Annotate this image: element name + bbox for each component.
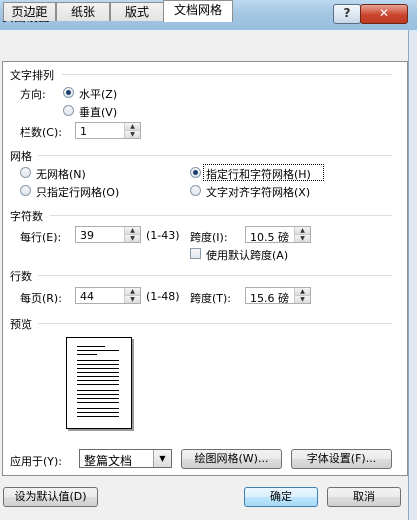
line-grid-only-radio[interactable]	[20, 185, 31, 196]
line-and-char-grid-label[interactable]: 指定行和字符网格(H)	[206, 166, 311, 182]
vertical-label[interactable]: 垂直(V)	[79, 104, 117, 120]
tab-document-grid[interactable]: 文档网格	[163, 0, 233, 22]
divider	[38, 323, 392, 324]
divider	[50, 215, 392, 216]
vertical-radio[interactable]	[63, 105, 74, 116]
preview-line	[77, 408, 119, 409]
cancel-button[interactable]: 取消	[327, 487, 401, 507]
spin-up-icon[interactable]: ▲	[295, 288, 310, 296]
preview-line	[77, 360, 119, 361]
chars-per-line-label: 每行(E):	[20, 231, 62, 244]
tab-paper[interactable]: 纸张	[56, 2, 110, 21]
char-pitch-label: 跨度(I):	[190, 231, 228, 244]
divider	[38, 155, 392, 156]
spin-up-icon[interactable]: ▲	[125, 123, 140, 131]
apply-to-select[interactable]: 整篇文档 ▼	[79, 449, 172, 468]
spin-down-icon[interactable]: ▼	[295, 296, 310, 303]
char-pitch-value[interactable]: 10.5 磅	[250, 229, 289, 245]
preview-line	[77, 354, 97, 355]
text-direction-heading: 文字排列	[10, 69, 54, 82]
line-pitch-spinner[interactable]: 15.6 磅 ▲ ▼	[245, 287, 311, 306]
preview-line	[77, 364, 119, 365]
spin-down-icon[interactable]: ▼	[295, 235, 310, 242]
columns-spinner[interactable]: 1 ▲ ▼	[75, 122, 141, 139]
preview-line	[77, 390, 119, 391]
lines-range: (1-48)	[146, 290, 180, 303]
preview-line	[77, 384, 119, 385]
columns-value[interactable]: 1	[80, 125, 87, 138]
document-grid-panel	[2, 61, 408, 476]
snap-to-char-grid-label[interactable]: 文字对齐字符网格(X)	[206, 184, 310, 200]
drawing-grid-button[interactable]: 绘图网格(W)...	[181, 449, 282, 469]
preview-line	[77, 402, 119, 403]
preview-line	[77, 412, 119, 413]
ok-button[interactable]: 确定	[244, 487, 318, 507]
lines-per-page-spinner[interactable]: 44 ▲ ▼	[75, 287, 141, 304]
preview-line	[77, 416, 119, 417]
preview-line	[77, 380, 119, 381]
preview-line	[77, 350, 119, 351]
columns-label: 栏数(C):	[20, 126, 62, 139]
divider	[38, 275, 392, 276]
no-grid-radio[interactable]	[20, 167, 31, 178]
help-button[interactable]: ?	[333, 4, 361, 24]
spin-down-icon[interactable]: ▼	[125, 235, 140, 242]
spin-up-icon[interactable]: ▲	[125, 227, 140, 235]
lines-per-page-label: 每页(R):	[20, 292, 62, 305]
snap-to-char-grid-radio[interactable]	[190, 185, 201, 196]
spin-up-icon[interactable]: ▲	[295, 227, 310, 235]
preview-line	[77, 398, 119, 399]
horizontal-label[interactable]: 水平(Z)	[79, 86, 117, 102]
preview-line	[77, 376, 119, 377]
spin-down-icon[interactable]: ▼	[125, 296, 140, 303]
font-settings-button[interactable]: 字体设置(F)...	[291, 449, 392, 469]
tab-layout[interactable]: 版式	[110, 2, 164, 21]
grid-heading: 网格	[10, 150, 32, 163]
lines-per-page-value[interactable]: 44	[80, 290, 94, 303]
horizontal-radio[interactable]	[63, 87, 74, 98]
dropdown-arrow-icon[interactable]: ▼	[153, 450, 171, 467]
default-pitch-label[interactable]: 使用默认跨度(A)	[206, 247, 288, 263]
apply-to-label: 应用于(Y):	[10, 455, 63, 468]
characters-heading: 字符数	[10, 210, 43, 223]
chars-per-line-value[interactable]: 39	[80, 229, 94, 242]
preview-line	[77, 372, 119, 373]
default-pitch-checkbox[interactable]	[190, 248, 201, 259]
page-preview	[66, 337, 132, 429]
chars-range: (1-43)	[146, 229, 180, 242]
preview-heading: 预览	[10, 318, 32, 331]
preview-line	[77, 394, 119, 395]
tab-margins[interactable]: 页边距	[3, 2, 56, 21]
line-pitch-label: 跨度(T):	[190, 292, 232, 305]
preview-line	[77, 346, 105, 347]
chars-per-line-spinner[interactable]: 39 ▲ ▼	[75, 226, 141, 243]
char-pitch-spinner[interactable]: 10.5 磅 ▲ ▼	[245, 226, 311, 245]
lines-heading: 行数	[10, 270, 32, 283]
no-grid-label[interactable]: 无网格(N)	[36, 166, 86, 182]
line-grid-only-label[interactable]: 只指定行网格(O)	[36, 184, 119, 200]
divider	[62, 74, 392, 75]
spin-down-icon[interactable]: ▼	[125, 131, 140, 138]
close-button[interactable]: ✕	[360, 4, 408, 24]
direction-label: 方向:	[20, 88, 46, 101]
set-default-button[interactable]: 设为默认值(D)	[3, 487, 98, 507]
preview-line	[77, 368, 119, 369]
apply-to-value[interactable]: 整篇文档	[84, 452, 132, 469]
line-and-char-grid-radio[interactable]	[190, 167, 201, 178]
spin-up-icon[interactable]: ▲	[125, 288, 140, 296]
line-pitch-value[interactable]: 15.6 磅	[250, 290, 289, 306]
